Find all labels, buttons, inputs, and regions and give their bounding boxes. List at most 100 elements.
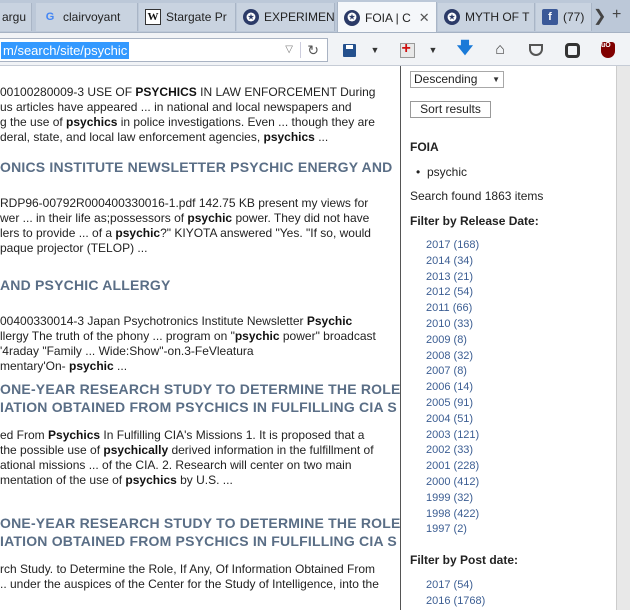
snippet-text: 00100280009-3 USE OF — [0, 85, 136, 99]
date-filter-link[interactable]: 2012 (54) — [426, 285, 479, 301]
date-filter-link[interactable]: 2002 (33) — [426, 443, 479, 459]
highlighted-term: Psychics — [48, 428, 101, 442]
highlighted-term: Psychic — [306, 314, 353, 328]
result-snippet-line: llergy The truth of the phony ... progra… — [0, 329, 400, 344]
result-title-link[interactable]: IATION OBTAINED FROM PSYCHICS IN FULFILL… — [0, 398, 400, 416]
chevron-down-icon[interactable]: ▼ — [366, 41, 384, 59]
current-filter-term[interactable]: psychic — [427, 165, 467, 179]
search-result: ONE-YEAR RESEARCH STUDY TO DETERMINE THE… — [0, 380, 400, 488]
tab-experiment[interactable]: ✪ EXPERIMEN — [237, 3, 335, 31]
result-snippet-line: ational missions ... of the CIA. 2. Rese… — [0, 458, 400, 473]
date-filter-link[interactable]: 2014 (34) — [426, 254, 479, 270]
snippet-text: In Fulfilling CIA's Missions 1. It is pr… — [100, 428, 365, 442]
date-filter-link[interactable]: 2007 (8) — [426, 364, 479, 380]
tab-label: Stargate Pr — [166, 10, 227, 24]
result-snippet-line: 00400330014-3 Japan Psychotronics Instit… — [0, 314, 400, 329]
date-filter-link[interactable]: 2009 (8) — [426, 333, 479, 349]
close-tab-icon[interactable]: ✕ — [419, 10, 430, 26]
result-count: Search found 1863 items — [410, 189, 544, 203]
snippet-text: g the use of — [0, 115, 67, 129]
date-filter-link[interactable]: 2010 (33) — [426, 317, 479, 333]
search-result: ONICS INSTITUTE NEWSLETTER PSYCHIC ENERG… — [0, 158, 400, 256]
tab-myth[interactable]: ✪ MYTH OF T — [438, 3, 535, 31]
snippet-text: deral, state, and local law enforcement … — [0, 130, 264, 144]
downloads-icon[interactable]: 🡇 — [456, 40, 474, 59]
date-filter-link[interactable]: 2003 (121) — [426, 428, 479, 444]
home-icon[interactable]: ⌂ — [491, 41, 509, 59]
date-filter-link[interactable]: 2004 (51) — [426, 412, 479, 428]
result-snippet-line: the possible use of psychically derived … — [0, 443, 400, 458]
date-filter-link[interactable]: 1997 (2) — [426, 522, 479, 538]
post-date-list: 2017 (54) 2016 (1768) — [426, 578, 485, 610]
link-icon[interactable] — [563, 41, 581, 59]
reload-icon[interactable]: ↻ — [307, 42, 319, 59]
result-snippet-line: '4raday "Family ... Wide:Show"-on.3-FeVl… — [0, 344, 400, 359]
cia-seal-icon: ✪ — [444, 9, 460, 25]
search-results: 00100280009-3 USE OF PSYCHICS IN LAW ENF… — [0, 66, 400, 610]
sort-order-select[interactable]: Descending ▼ — [410, 71, 504, 88]
sort-results-button[interactable]: Sort results — [410, 101, 491, 118]
scroll-tabs-right-icon[interactable]: ❯ — [593, 6, 606, 26]
search-result: ONE-YEAR RESEARCH STUDY TO DETERMINE THE… — [0, 514, 400, 592]
date-filter-link[interactable]: 2000 (412) — [426, 475, 479, 491]
snippet-text: lers to provide ... of a — [0, 226, 116, 240]
highlighted-term: psychics — [263, 130, 315, 144]
wikipedia-icon: W — [145, 9, 161, 25]
result-title-link[interactable]: ONE-YEAR RESEARCH STUDY TO DETERMINE THE… — [0, 514, 400, 532]
pdf-create-icon[interactable] — [398, 40, 416, 59]
highlighted-term: psychic — [187, 211, 233, 225]
result-title-link[interactable]: IATION OBTAINED FROM PSYCHICS IN FULFILL… — [0, 532, 400, 550]
result-title-link[interactable]: ONICS INSTITUTE NEWSLETTER PSYCHIC ENERG… — [0, 158, 400, 176]
tab-foia-active[interactable]: ✪ FOIA | C ✕ — [337, 2, 437, 32]
snippet-text: us articles have appeared ... in nationa… — [0, 100, 352, 114]
date-filter-link[interactable]: 2001 (228) — [426, 459, 479, 475]
highlighted-term: psychics — [125, 473, 177, 487]
result-snippet-line: us articles have appeared ... in nationa… — [0, 100, 400, 115]
snippet-text: the possible use of — [0, 443, 104, 457]
date-filter-link[interactable]: 2005 (91) — [426, 396, 479, 412]
date-filter-link[interactable]: 2017 (54) — [426, 578, 485, 594]
chevron-down-icon: ▼ — [492, 75, 500, 84]
result-title-link[interactable]: AND PSYCHIC ALLERGY — [0, 276, 400, 294]
tab-label: clairvoyant — [63, 10, 121, 24]
highlighted-term: psychic — [234, 329, 280, 343]
release-date-list: 2017 (168) 2014 (34) 2013 (21) 2012 (54) 201… — [426, 238, 479, 538]
result-title-link[interactable]: ONE-YEAR RESEARCH STUDY TO DETERMINE THE… — [0, 380, 400, 398]
result-snippet-line: paque projector (TELOP) ... — [0, 241, 400, 256]
pocket-icon[interactable] — [527, 41, 545, 59]
snippet-text: paque projector (TELOP) ... — [0, 241, 148, 255]
search-result: 00100280009-3 USE OF PSYCHICS IN LAW ENF… — [0, 85, 400, 145]
tab-facebook[interactable]: f (77) — [536, 3, 592, 31]
snippet-text: power" broadcast — [279, 329, 376, 343]
tab-strip: argu G clairvoyant W Stargate Pr ✪ EXPER… — [0, 0, 630, 33]
highlighted-term: PSYCHICS — [135, 85, 197, 99]
date-filter-link[interactable]: 2017 (168) — [426, 238, 479, 254]
tab-stargate[interactable]: W Stargate Pr — [139, 3, 236, 31]
highlighted-term: psychic — [115, 226, 161, 240]
tab-argu[interactable]: argu — [0, 3, 32, 31]
snippet-text: power. They did not have — [232, 211, 370, 225]
search-sidebar: Descending ▼ Sort results FOIA • psychic… — [400, 66, 616, 610]
tab-clairvoyant[interactable]: G clairvoyant — [36, 3, 138, 31]
date-filter-link[interactable]: 2008 (32) — [426, 349, 479, 365]
url-text[interactable]: m/search/site/psychic — [1, 41, 130, 59]
tab-label: (77) — [563, 10, 585, 24]
date-filter-link[interactable]: 1998 (422) — [426, 507, 479, 523]
address-bar[interactable]: m/search/site/psychic ▽ ↻ — [0, 38, 328, 62]
date-filter-link[interactable]: 2016 (1768) — [426, 594, 485, 610]
date-filter-link[interactable]: 2013 (21) — [426, 270, 479, 286]
save-page-icon[interactable] — [340, 41, 358, 59]
facebook-icon: f — [542, 9, 558, 25]
snippet-text: wer ... in their life as;possessors of — [0, 211, 188, 225]
ublock-icon[interactable]: uO — [599, 41, 617, 59]
result-snippet-line: g the use of psychics in police investig… — [0, 115, 400, 130]
date-filter-link[interactable]: 1999 (32) — [426, 491, 479, 507]
url-dropdown-icon[interactable]: ▽ — [285, 44, 293, 55]
chevron-down-icon[interactable]: ▼ — [424, 41, 442, 59]
date-filter-link[interactable]: 2006 (14) — [426, 380, 479, 396]
new-tab-icon[interactable]: + — [612, 6, 621, 24]
snippet-text: rch Study. to Determine the Role, If Any… — [0, 562, 376, 576]
date-filter-link[interactable]: 2011 (66) — [426, 301, 479, 317]
